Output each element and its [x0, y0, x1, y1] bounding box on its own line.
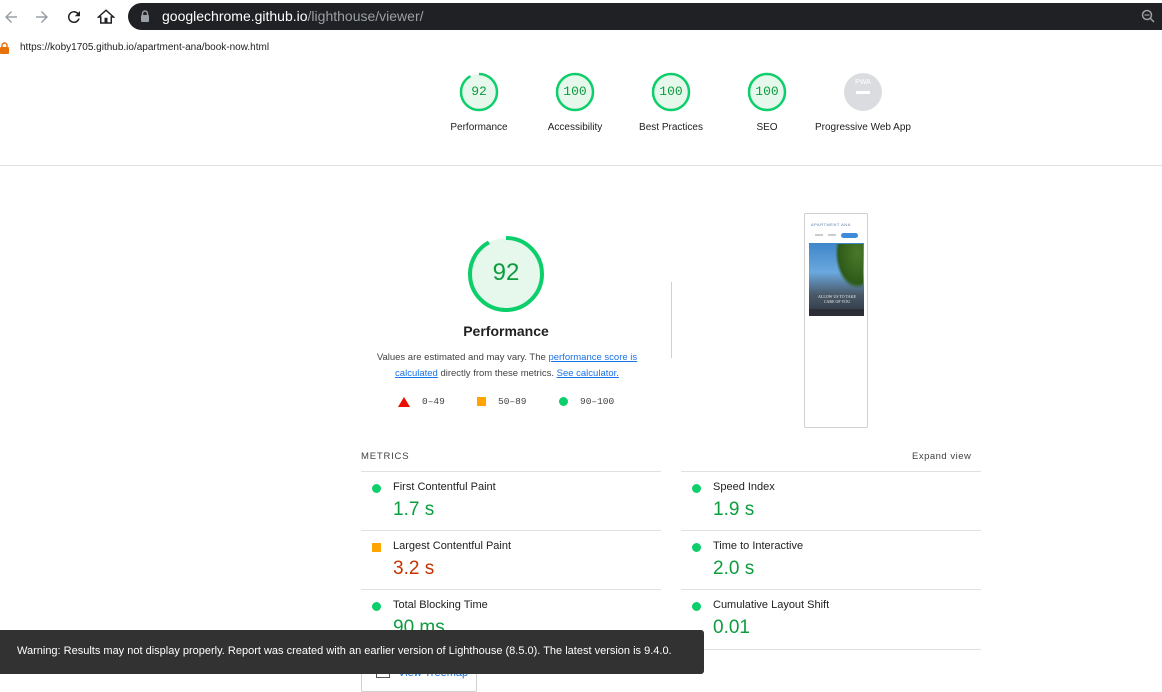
- metric-name: Cumulative Layout Shift: [713, 599, 830, 611]
- legend-pass: 90–100: [559, 396, 614, 407]
- address-bar[interactable]: googlechrome.github.io/lighthouse/viewer…: [128, 3, 1162, 30]
- metric-name: Largest Contentful Paint: [393, 540, 512, 552]
- performance-description: Values are estimated and may vary. The p…: [376, 352, 638, 379]
- gauge-label: Accessibility: [547, 122, 603, 133]
- back-arrow-icon[interactable]: [0, 6, 22, 28]
- zoom-icon[interactable]: [1141, 9, 1155, 23]
- screenshot-nav-item: [828, 234, 836, 236]
- circle-icon: [559, 397, 568, 406]
- metric-name: Speed Index: [713, 481, 775, 493]
- square-icon: [477, 397, 486, 406]
- gauge-score: 100: [659, 84, 683, 99]
- metric-speed-index: Speed Index 1.9 s: [681, 471, 981, 530]
- legend-fail: 0–49: [398, 396, 445, 407]
- pass-circle-icon: [692, 602, 701, 611]
- screenshot-footer: [809, 309, 864, 316]
- metric-value: 0.01: [713, 617, 750, 638]
- gauge-seo[interactable]: 100 SEO: [719, 72, 815, 136]
- home-icon[interactable]: [95, 6, 117, 28]
- metric-largest-contentful-paint: Largest Contentful Paint 3.2 s: [361, 530, 661, 589]
- error-lock-icon: [0, 42, 9, 54]
- screenshot-brand: APARTMENT ANA: [811, 222, 851, 227]
- category-gauges: 92 Performance 100 Accessibility 100 Bes…: [0, 62, 1162, 166]
- performance-score-gauge: 92: [466, 234, 546, 314]
- report-url-bar: https://koby1705.github.io/apartment-ana…: [0, 36, 1162, 60]
- gauge-pwa[interactable]: PWA Progressive Web App: [815, 72, 911, 136]
- average-square-icon: [372, 543, 381, 552]
- metrics-heading: METRICS: [361, 451, 410, 462]
- screenshot-palm: [835, 244, 863, 289]
- legend-average: 50–89: [477, 396, 527, 407]
- metric-value: 1.7 s: [393, 499, 435, 520]
- url-text: googlechrome.github.io/lighthouse/viewer…: [162, 8, 424, 24]
- see-calculator-link[interactable]: See calculator.: [557, 368, 619, 379]
- browser-toolbar: googlechrome.github.io/lighthouse/viewer…: [0, 0, 1162, 34]
- gauge-score: 100: [563, 84, 587, 99]
- metric-first-contentful-paint: First Contentful Paint 1.7 s: [361, 471, 661, 530]
- gauge-label: SEO: [756, 122, 778, 133]
- reload-icon[interactable]: [63, 6, 85, 28]
- pwa-badge-icon: PWA: [844, 73, 882, 111]
- pass-circle-icon: [372, 602, 381, 611]
- metric-value: 3.2 s: [393, 558, 435, 579]
- svg-text:PWA: PWA: [855, 79, 871, 86]
- warning-toast: Warning: Results may not display properl…: [0, 630, 704, 674]
- gauge-label: Progressive Web App: [815, 122, 911, 133]
- gauge-best-practices[interactable]: 100 Best Practices: [623, 72, 719, 136]
- screenshot-button: [841, 233, 858, 238]
- pass-circle-icon: [692, 543, 701, 552]
- expand-view-toggle[interactable]: Expand view: [912, 451, 971, 462]
- metric-value: 1.9 s: [713, 499, 755, 520]
- screenshot-nav-item: [815, 234, 823, 236]
- screenshot-hero-text: ALLOW US TO TAKE CARE OF YOU: [818, 294, 856, 304]
- metric-cumulative-layout-shift: Cumulative Layout Shift 0.01: [681, 589, 981, 648]
- forward-arrow-icon[interactable]: [31, 6, 53, 28]
- pass-circle-icon: [692, 484, 701, 493]
- warning-message: Warning: Results may not display properl…: [17, 645, 672, 657]
- final-screenshot[interactable]: APARTMENT ANA ALLOW US TO TAKE CARE OF Y…: [804, 213, 868, 428]
- gauge-label: Best Practices: [639, 122, 703, 133]
- divider: [671, 282, 672, 358]
- pass-circle-icon: [372, 484, 381, 493]
- performance-title: Performance: [463, 323, 549, 339]
- metric-name: Total Blocking Time: [393, 599, 488, 611]
- gauge-score: 100: [755, 84, 779, 99]
- metric-value: 2.0 s: [713, 558, 755, 579]
- gauge-performance[interactable]: 92 Performance: [431, 72, 527, 136]
- lock-icon: [141, 10, 149, 22]
- gauge-label: Performance: [450, 122, 508, 133]
- metric-name: Time to Interactive: [713, 540, 804, 552]
- report-url[interactable]: https://koby1705.github.io/apartment-ana…: [20, 42, 269, 53]
- metrics-divider: [681, 649, 981, 650]
- metric-name: First Contentful Paint: [393, 481, 496, 493]
- gauge-accessibility[interactable]: 100 Accessibility: [527, 72, 623, 136]
- performance-score: 92: [492, 259, 520, 286]
- gauge-score: 92: [471, 84, 487, 99]
- metric-time-to-interactive: Time to Interactive 2.0 s: [681, 530, 981, 589]
- triangle-icon: [398, 396, 410, 407]
